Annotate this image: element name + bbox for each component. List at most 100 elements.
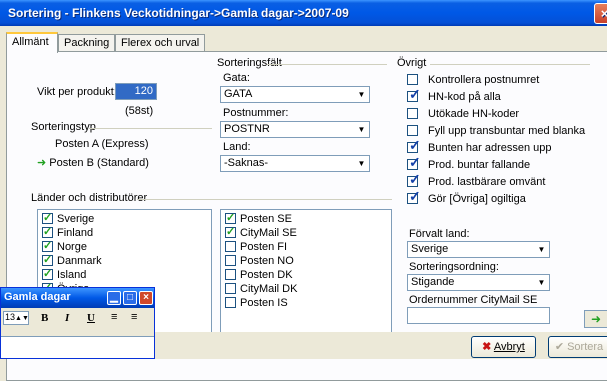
chevron-down-icon: ▼ <box>537 245 546 254</box>
ovrigt-item-kontrollera-postnumret[interactable]: Kontrollera postnumret <box>407 74 539 88</box>
vikt-label: Vikt per produkt: <box>37 86 117 98</box>
list-item-posten-fi[interactable]: Posten FI <box>225 241 287 255</box>
bold-icon[interactable]: B <box>41 312 48 324</box>
ordernummer-label: Ordernummer CityMail SE <box>409 294 538 306</box>
arrow-right-icon: ➜ <box>590 312 602 326</box>
sorteringsordning-label: Sorteringsordning: <box>409 261 499 273</box>
sorteringsordning-value: Stigande <box>411 276 455 288</box>
sorteringstyp-divider <box>89 128 212 129</box>
checkbox[interactable] <box>225 283 236 294</box>
italic-icon[interactable]: I <box>65 312 69 324</box>
gata-label: Gata: <box>223 72 250 84</box>
checkbox[interactable] <box>225 297 236 308</box>
editor-area[interactable] <box>1 336 154 358</box>
list-item-posten-no[interactable]: Posten NO <box>225 255 294 269</box>
checkbox[interactable] <box>407 137 421 154</box>
list-item-posten-dk[interactable]: Posten DK <box>225 269 293 283</box>
ovrigt-item-prod-lastbarare-omvant[interactable]: Prod. lastbärare omvänt <box>407 171 545 190</box>
gata-value: GATA <box>224 88 253 100</box>
format-toolbar: 13▲▼ B I U ≡ ≡ <box>1 308 154 328</box>
close-icon: × <box>600 6 607 21</box>
avbryt-label: Avbryt <box>493 341 525 353</box>
distributors-listbox[interactable]: Posten SE CityMail SE Posten FI Posten N… <box>220 209 392 339</box>
checkbox[interactable] <box>42 211 53 224</box>
avbryt-button[interactable]: ✖ Avbryt <box>471 336 536 358</box>
ovrigt-item-fyll-upp[interactable]: Fyll upp transbuntar med blanka <box>407 125 585 139</box>
window-title: Sortering - Flinkens Veckotidningar->Gam… <box>8 6 349 20</box>
checkbox[interactable] <box>225 211 236 224</box>
arrow-right-icon: ➜ <box>37 157 47 169</box>
chevron-down-icon: ▼ <box>357 159 366 168</box>
checkbox[interactable] <box>225 255 236 266</box>
window-titlebar: Sortering - Flinkens Veckotidningar->Gam… <box>0 0 607 26</box>
font-size-value: 13 <box>5 312 16 322</box>
sortera-label: Sortera <box>567 341 604 353</box>
checkbox[interactable] <box>407 86 421 103</box>
maximize-icon[interactable]: □ <box>123 291 137 305</box>
tab-flerex-och-urval[interactable]: Flerex och urval <box>115 34 205 52</box>
chevron-down-icon: ▼ <box>357 90 366 99</box>
spinner-icon: ▲▼ <box>15 315 29 322</box>
forvalt-land-select[interactable]: Sverige ▼ <box>407 241 550 258</box>
checkbox[interactable] <box>42 253 53 266</box>
sortera-button[interactable]: ✔ Sortera <box>548 336 607 358</box>
land-label: Land: <box>223 141 251 153</box>
lander-divider <box>137 199 392 200</box>
postnummer-value: POSTNR <box>224 123 270 135</box>
ovrigt-divider <box>430 64 590 65</box>
gamla-dagar-title: Gamla dagar <box>4 291 71 303</box>
minimize-icon[interactable]: ▁ <box>107 291 121 305</box>
chevron-down-icon: ▼ <box>537 278 546 287</box>
checkbox[interactable] <box>225 241 236 252</box>
close-icon[interactable]: × <box>139 291 153 305</box>
forvalt-land-value: Sverige <box>411 243 449 255</box>
sorteringstyp-option-b[interactable]: ➜ Posten B (Standard) <box>37 156 149 169</box>
checkbox[interactable] <box>407 74 418 85</box>
ordernummer-input[interactable] <box>407 307 550 324</box>
cross-icon: ✖ <box>482 341 492 353</box>
checkbox[interactable] <box>407 154 421 171</box>
ovrigt-item-utokade-hn-koder[interactable]: Utökade HN-koder <box>407 108 519 122</box>
checkbox[interactable] <box>407 171 421 188</box>
checkbox[interactable] <box>407 188 421 205</box>
gata-select[interactable]: GATA ▼ <box>220 86 370 103</box>
ovrigt-item-gor-ovriga-ogiltiga[interactable]: Gör [Övriga] ogiltiga <box>407 188 526 207</box>
lander-label: Länder och distributörer <box>31 192 148 204</box>
underline-icon[interactable]: U <box>87 312 95 324</box>
ovrigt-item-hn-kod[interactable]: HN-kod på alla <box>407 86 501 105</box>
checkbox[interactable] <box>42 239 53 252</box>
checkbox[interactable] <box>407 108 418 119</box>
checkbox[interactable] <box>225 269 236 280</box>
check-icon: ✔ <box>554 341 565 353</box>
vikt-input[interactable]: 120 <box>115 83 157 100</box>
sorteringsfalt-divider <box>267 64 387 65</box>
sorteringsordning-select[interactable]: Stigande ▼ <box>407 274 550 291</box>
checkbox[interactable] <box>42 225 53 238</box>
list-item-posten-is[interactable]: Posten IS <box>225 297 288 311</box>
forvalt-land-label: Förvalt land: <box>409 228 470 240</box>
ovrigt-item-prod-buntar-fallande[interactable]: Prod. buntar fallande <box>407 154 530 173</box>
list-item-citymail-dk[interactable]: CityMail DK <box>225 283 297 297</box>
checkbox[interactable] <box>42 267 53 280</box>
sorteringstyp-option-a[interactable]: Posten A (Express) <box>55 138 149 150</box>
next-arrow-button[interactable]: ➜ <box>584 310 607 328</box>
postnummer-select[interactable]: POSTNR ▼ <box>220 121 370 138</box>
ovrigt-item-bunten-adressen-upp[interactable]: Bunten har adressen upp <box>407 137 552 156</box>
font-size-spinner[interactable]: 13▲▼ <box>3 311 29 325</box>
tab-packning[interactable]: Packning <box>58 34 115 52</box>
checkbox[interactable] <box>407 125 418 136</box>
gamla-dagar-window[interactable]: Gamla dagar ▁ □ × 13▲▼ B I U ≡ ≡ <box>0 287 155 359</box>
list-item-citymail-se[interactable]: CityMail SE <box>225 225 297 241</box>
land-value: -Saknas- <box>224 157 269 169</box>
sorteringstyp-label: Sorteringstyp <box>31 121 96 133</box>
align-center-icon[interactable]: ≡ <box>131 311 137 323</box>
align-left-icon[interactable]: ≡ <box>111 311 117 323</box>
postnummer-label: Postnummer: <box>223 107 289 119</box>
chevron-down-icon: ▼ <box>357 125 366 134</box>
ovrigt-label: Övrigt <box>397 57 427 69</box>
tab-allmant[interactable]: Allmänt <box>6 32 58 53</box>
close-button[interactable]: × <box>594 3 607 24</box>
land-select[interactable]: -Saknas- ▼ <box>220 155 370 172</box>
checkbox[interactable] <box>225 225 236 238</box>
sorteringstyp-option-b-label: Posten B (Standard) <box>49 157 149 169</box>
